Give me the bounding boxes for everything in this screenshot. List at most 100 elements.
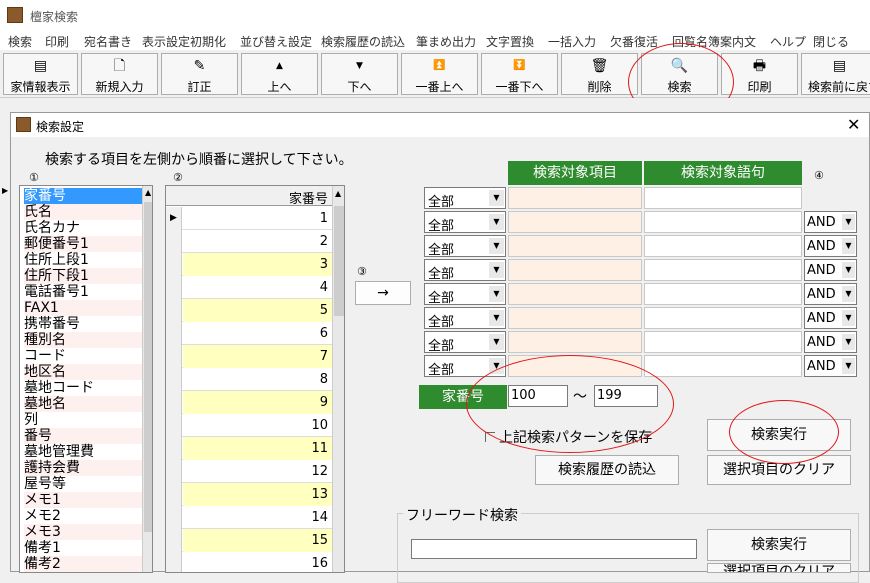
search-item-field[interactable]: [508, 283, 642, 305]
table-row[interactable]: 3: [166, 253, 332, 276]
scope-select[interactable]: 全部 ▼: [424, 331, 506, 354]
table-row[interactable]: 8: [166, 368, 332, 391]
list-item[interactable]: メモ2: [24, 508, 142, 524]
table-row[interactable]: 6: [166, 322, 332, 345]
search-item-field[interactable]: [508, 211, 642, 233]
scope-select[interactable]: 全部 ▼: [424, 259, 506, 282]
table-row[interactable]: 9: [166, 391, 332, 414]
logic-select[interactable]: AND ▼: [804, 211, 857, 233]
list-item[interactable]: 種別名: [24, 332, 142, 348]
move-top-button[interactable]: ⏫ 一番上へ: [401, 53, 478, 95]
table-row[interactable]: 12: [166, 460, 332, 483]
field-list-scrollbar[interactable]: ▲: [142, 186, 152, 572]
search-item-field[interactable]: [508, 235, 642, 257]
list-item[interactable]: コード: [24, 348, 142, 364]
search-item-field[interactable]: [508, 187, 642, 209]
menu-print[interactable]: 印刷: [45, 33, 69, 50]
move-up-button[interactable]: ▲ 上へ: [241, 53, 318, 95]
logic-select[interactable]: AND ▼: [804, 283, 857, 305]
menu-replace-text[interactable]: 文字置換: [486, 33, 534, 50]
table-row[interactable]: 2: [166, 230, 332, 253]
scroll-up-icon[interactable]: ▲: [145, 188, 151, 197]
search-word-input[interactable]: [644, 259, 802, 281]
menu-help[interactable]: ヘルプ: [770, 33, 806, 50]
list-item[interactable]: 郵便番号1: [24, 236, 142, 252]
search-word-input[interactable]: [644, 331, 802, 353]
menu-bulk-input[interactable]: 一括入力: [548, 33, 596, 50]
search-word-input[interactable]: [644, 187, 802, 209]
list-item[interactable]: FAX1: [24, 300, 142, 316]
menu-restore-missing[interactable]: 欠番復活: [610, 33, 658, 50]
table-row[interactable]: 10: [166, 414, 332, 437]
list-item[interactable]: 備考1: [24, 540, 142, 556]
move-down-button[interactable]: ▼ 下へ: [321, 53, 398, 95]
search-item-field[interactable]: [508, 259, 642, 281]
list-item[interactable]: 住所下段1: [24, 268, 142, 284]
new-entry-button[interactable]: 🗋 新規入力: [81, 53, 158, 95]
search-word-input[interactable]: [644, 283, 802, 305]
search-item-field[interactable]: [508, 331, 642, 353]
list-item[interactable]: 氏名: [24, 204, 142, 220]
list-item[interactable]: メモ1: [24, 492, 142, 508]
grid-scrollbar[interactable]: ▲: [332, 186, 344, 572]
list-item[interactable]: 墓地名: [24, 396, 142, 412]
table-row[interactable]: 4: [166, 276, 332, 299]
logic-select[interactable]: AND ▼: [804, 331, 857, 353]
table-row[interactable]: 13: [166, 483, 332, 506]
table-row[interactable]: 5: [166, 299, 332, 322]
list-item[interactable]: 護持会費: [24, 460, 142, 476]
list-item[interactable]: 墓地コード: [24, 380, 142, 396]
field-list[interactable]: 家番号 氏名 氏名カナ 郵便番号1 住所上段1 住所下段1 電話番号1 FAX1…: [19, 185, 153, 573]
menu-reset-display[interactable]: 表示設定初期化: [142, 33, 226, 50]
delete-button[interactable]: 🗑 削除: [561, 53, 638, 95]
scroll-thumb[interactable]: [144, 202, 152, 532]
logic-select[interactable]: AND ▼: [804, 235, 857, 257]
freeword-execute-button[interactable]: 検索実行: [707, 529, 851, 561]
list-item[interactable]: 番号: [24, 428, 142, 444]
scope-select[interactable]: 全部 ▼: [424, 283, 506, 306]
table-row[interactable]: 15: [166, 529, 332, 552]
scope-select[interactable]: 全部 ▼: [424, 187, 506, 210]
scope-select[interactable]: 全部 ▼: [424, 235, 506, 258]
table-row[interactable]: 14: [166, 506, 332, 529]
move-bottom-button[interactable]: ⏬ 一番下へ: [481, 53, 558, 95]
menu-fudemame-export[interactable]: 筆まめ出力: [416, 33, 476, 50]
restore-before-search-button[interactable]: ▤ 検索前に戻す: [801, 53, 870, 95]
search-item-field[interactable]: [508, 307, 642, 329]
menu-search[interactable]: 検索: [8, 33, 32, 50]
close-icon[interactable]: ✕: [847, 115, 860, 134]
menu-address[interactable]: 宛名書き: [84, 33, 132, 50]
search-word-input[interactable]: [644, 235, 802, 257]
table-row[interactable]: ▶ 1: [166, 207, 332, 230]
list-item[interactable]: メモ3: [24, 524, 142, 540]
scroll-thumb[interactable]: [334, 206, 344, 316]
scope-select[interactable]: 全部 ▼: [424, 211, 506, 234]
list-item[interactable]: 携帯番号: [24, 316, 142, 332]
search-word-input[interactable]: [644, 307, 802, 329]
list-item[interactable]: 住所上段1: [24, 252, 142, 268]
menu-load-history[interactable]: 検索履歴の読込: [321, 33, 405, 50]
menu-close[interactable]: 閉じる: [813, 33, 849, 50]
search-word-input[interactable]: [644, 355, 802, 377]
list-item[interactable]: 列: [24, 412, 142, 428]
household-info-button[interactable]: ▤ 家情報表示: [3, 53, 78, 95]
load-history-button[interactable]: 検索履歴の読込: [535, 455, 679, 485]
table-row[interactable]: 11: [166, 437, 332, 460]
table-row[interactable]: 7: [166, 345, 332, 368]
search-word-input[interactable]: [644, 211, 802, 233]
list-item[interactable]: 備考2: [24, 556, 142, 572]
logic-select[interactable]: AND ▼: [804, 259, 857, 281]
table-row[interactable]: 16: [166, 552, 332, 572]
house-number-grid[interactable]: 家番号 ▶ 1 2 3 4 5 6 7 8 9 10 11 12 13 14 15…: [165, 185, 345, 573]
menu-sort-settings[interactable]: 並び替え設定: [240, 33, 312, 50]
edit-button[interactable]: ✎ 訂正: [161, 53, 238, 95]
list-item[interactable]: 電話番号1: [24, 284, 142, 300]
logic-select[interactable]: AND ▼: [804, 355, 857, 377]
add-field-button[interactable]: →: [355, 281, 411, 305]
list-item[interactable]: 屋号等: [24, 476, 142, 492]
list-item[interactable]: 家番号: [24, 188, 142, 204]
logic-select[interactable]: AND ▼: [804, 307, 857, 329]
list-item[interactable]: 氏名カナ: [24, 220, 142, 236]
scope-select[interactable]: 全部 ▼: [424, 307, 506, 330]
freeword-input[interactable]: [411, 539, 697, 559]
